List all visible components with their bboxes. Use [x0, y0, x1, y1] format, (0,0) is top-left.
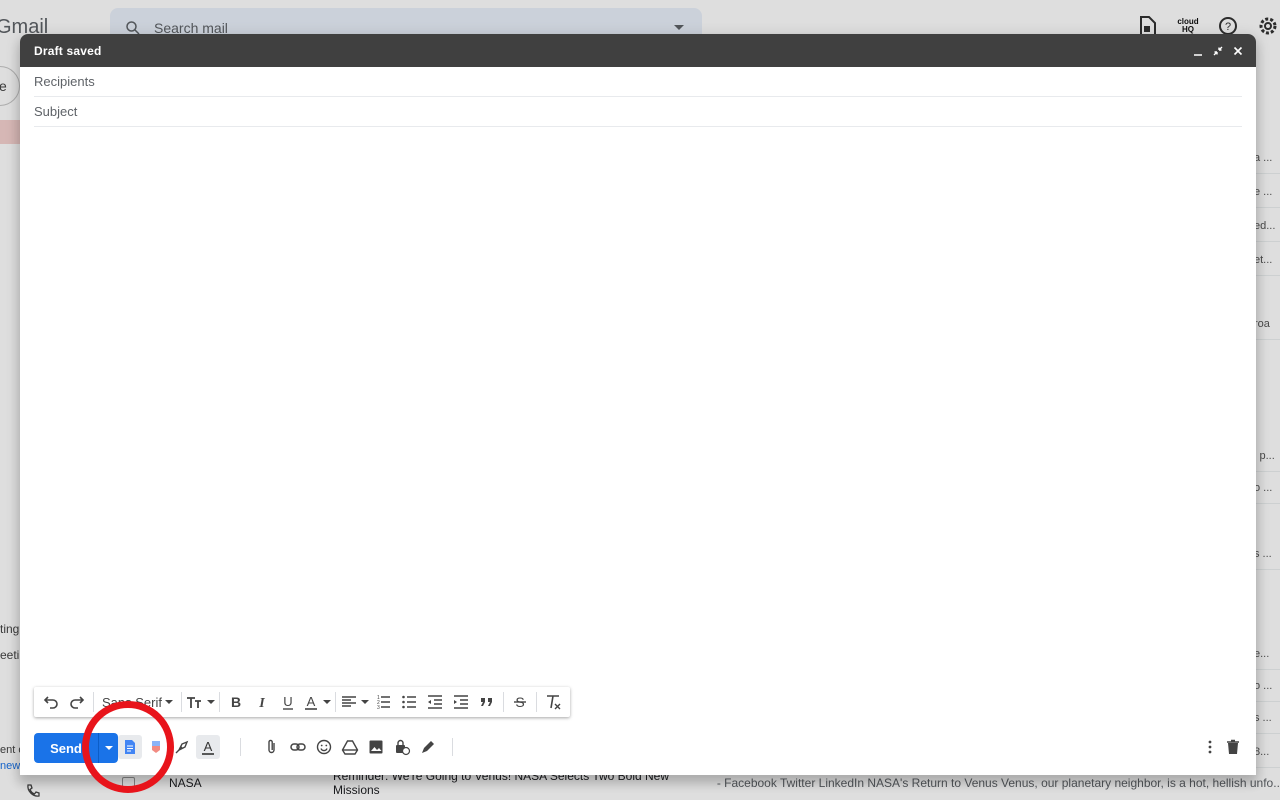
more-options-button[interactable] [1198, 735, 1222, 759]
svg-text:U: U [283, 694, 292, 709]
message-body[interactable] [34, 134, 1242, 685]
remove-formatting-button[interactable] [541, 690, 565, 714]
confidential-mode-button[interactable] [390, 735, 414, 759]
strikethrough-button[interactable]: S [508, 690, 532, 714]
toolbar-divider [535, 692, 537, 712]
docs-icon [125, 740, 135, 754]
brush-button[interactable] [170, 735, 194, 759]
quote-icon [480, 698, 492, 706]
drive-icon [341, 740, 359, 755]
minimize-button[interactable] [1188, 41, 1208, 61]
discard-draft-button[interactable] [1221, 735, 1245, 759]
indent-more-icon [453, 695, 468, 709]
more-vertical-icon [1208, 740, 1212, 754]
svg-text:I: I [258, 696, 265, 711]
emoji-icon [316, 739, 332, 755]
toolbar-divider [218, 692, 220, 712]
indent-less-button[interactable] [423, 690, 447, 714]
svg-text:3: 3 [377, 705, 380, 711]
font-selector[interactable]: Sans Serif [98, 690, 177, 714]
close-icon [1233, 46, 1243, 55]
chevron-down-icon [360, 700, 369, 704]
send-button[interactable]: Send [34, 733, 98, 763]
undo-icon [43, 696, 58, 709]
italic-button[interactable]: I [250, 690, 274, 714]
insert-link-button[interactable] [286, 735, 310, 759]
toolbar-divider [240, 738, 241, 756]
toolbar-divider [334, 692, 336, 712]
emoji-button[interactable] [312, 735, 336, 759]
minimize-icon [1194, 53, 1202, 56]
link-icon [290, 743, 306, 751]
bulleted-list-icon [402, 695, 416, 709]
send-group: Send [34, 733, 118, 763]
paperclip-icon [268, 739, 275, 754]
svg-text:A: A [307, 694, 316, 709]
exit-fullscreen-icon [1213, 46, 1223, 55]
recipients-field[interactable]: Recipients [34, 67, 1242, 97]
chevron-down-icon [104, 746, 113, 750]
drive-button[interactable] [338, 735, 362, 759]
bold-icon: B [231, 694, 241, 710]
numbered-list-button[interactable]: 123 [371, 690, 395, 714]
photo-icon [369, 740, 383, 754]
toolbar-divider [502, 692, 504, 712]
underline-button[interactable]: U [276, 690, 300, 714]
attach-button[interactable] [260, 735, 284, 759]
align-left-icon [341, 696, 356, 707]
italic-icon: I [258, 696, 265, 711]
strikethrough-icon: S [513, 694, 526, 710]
pen-icon [422, 741, 434, 753]
text-color-button[interactable]: A [302, 690, 331, 714]
text-size-icon [186, 697, 201, 708]
exit-fullscreen-button[interactable] [1208, 41, 1228, 61]
signature-button[interactable] [416, 735, 440, 759]
formatting-toolbar: Sans Serif B I U A 123 S [34, 687, 570, 717]
font-name: Sans Serif [102, 694, 162, 710]
chevron-down-icon [164, 700, 173, 704]
text-color-icon: A [304, 694, 317, 710]
compose-title: Draft saved [34, 43, 102, 58]
subject-field[interactable]: Subject [34, 97, 1242, 127]
send-options-button[interactable] [98, 733, 118, 763]
chevron-down-icon [322, 700, 331, 704]
underline-icon: U [282, 694, 293, 710]
svg-text:B: B [231, 694, 241, 710]
trash-icon [1227, 739, 1239, 754]
compose-window: Draft saved Recipients Subject Sans Seri… [20, 34, 1256, 775]
chevron-down-icon [206, 700, 215, 704]
subject-label: Subject [34, 104, 78, 119]
toolbar-divider [180, 692, 182, 712]
remove-formatting-icon [546, 695, 561, 710]
toolbar-divider [93, 692, 94, 712]
formatting-options-button[interactable]: A [196, 735, 220, 759]
cloudhq-stamp-button[interactable] [144, 735, 168, 759]
indent-less-icon [427, 695, 442, 709]
redo-button[interactable] [65, 690, 89, 714]
insert-photo-button[interactable] [364, 735, 388, 759]
bold-button[interactable]: B [224, 690, 248, 714]
quote-button[interactable] [475, 690, 499, 714]
compose-header: Draft saved [20, 34, 1256, 67]
formatting-icon: A [202, 739, 214, 755]
indent-more-button[interactable] [449, 690, 473, 714]
brush-icon [175, 740, 189, 754]
lock-clock-icon [396, 739, 411, 756]
docs-template-button[interactable] [118, 735, 142, 759]
stamp-icon [152, 741, 160, 753]
redo-icon [70, 696, 85, 709]
numbered-list-icon: 123 [377, 695, 390, 711]
toolbar-divider [452, 738, 453, 756]
align-button[interactable] [340, 690, 369, 714]
close-button[interactable] [1228, 41, 1248, 61]
bulleted-list-button[interactable] [397, 690, 421, 714]
svg-text:A: A [204, 739, 213, 754]
undo-button[interactable] [39, 690, 63, 714]
text-size-button[interactable] [186, 690, 215, 714]
recipients-label: Recipients [34, 74, 95, 89]
